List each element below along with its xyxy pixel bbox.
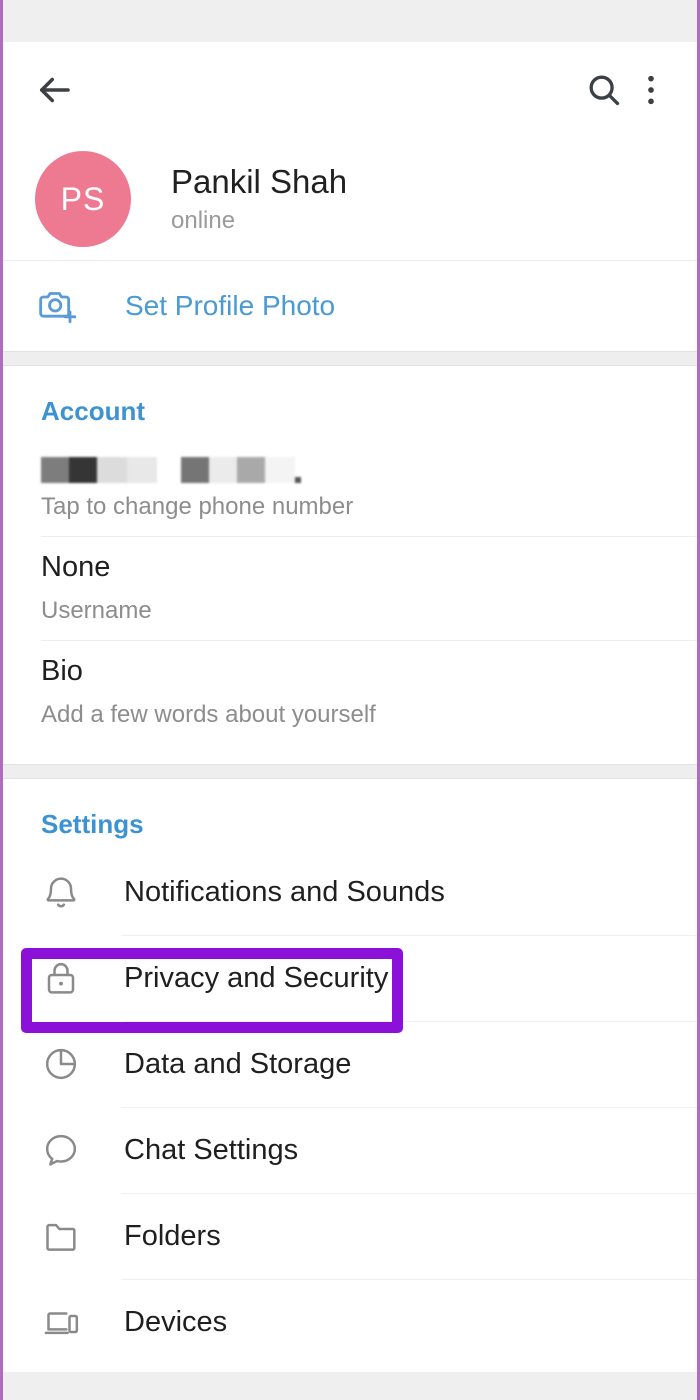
pie-chart-icon — [41, 1044, 81, 1084]
lock-icon — [41, 958, 81, 998]
bell-icon — [41, 872, 81, 912]
speech-bubble-icon — [41, 1130, 81, 1170]
app-bar — [3, 42, 697, 138]
sidebar-item-label: Folders — [124, 1219, 221, 1252]
username-label: Username — [41, 596, 152, 624]
bio-row[interactable]: Bio Add a few words about yourself — [3, 641, 697, 744]
sidebar-item-label: Data and Storage — [124, 1047, 352, 1080]
set-profile-photo-button[interactable]: Set Profile Photo — [3, 261, 697, 351]
sidebar-item-devices[interactable]: Devices — [3, 1279, 697, 1365]
sidebar-item-label: Chat Settings — [124, 1133, 299, 1166]
profile-name: Pankil Shah — [171, 162, 348, 200]
settings-section: Settings Notifications and Sounds Privac… — [3, 778, 697, 1365]
username-value: None — [41, 551, 111, 584]
set-profile-photo-label: Set Profile Photo — [125, 290, 336, 321]
phone-number-hint: Tap to change phone number — [41, 493, 354, 520]
sidebar-item-label: Notifications and Sounds — [124, 875, 445, 908]
profile-status: online — [171, 207, 236, 235]
sidebar-item-privacy-and-security[interactable]: Privacy and Security — [3, 935, 697, 1021]
sidebar-item-data-and-storage[interactable]: Data and Storage — [3, 1021, 697, 1107]
bio-value: Bio — [41, 655, 83, 688]
overflow-menu-icon[interactable] — [631, 63, 671, 117]
sidebar-item-label: Devices — [124, 1305, 228, 1338]
section-separator — [3, 351, 697, 366]
status-bar — [3, 0, 697, 42]
bio-label: Add a few words about yourself — [41, 700, 376, 728]
folder-icon — [41, 1216, 81, 1256]
avatar-initials: PS — [60, 180, 106, 217]
phone-screen: PS Pankil Shah online Set Profile Photo … — [0, 0, 700, 1400]
avatar[interactable]: PS — [35, 151, 131, 247]
camera-add-icon — [37, 286, 81, 326]
settings-section-title: Settings — [41, 808, 144, 839]
account-section-title: Account — [41, 396, 145, 426]
back-arrow-icon[interactable] — [33, 63, 79, 117]
phone-number-row[interactable]: Tap to change phone number — [3, 437, 697, 536]
profile-header[interactable]: PS Pankil Shah online — [3, 138, 697, 260]
sidebar-item-label: Privacy and Security — [124, 961, 389, 994]
section-separator — [3, 763, 697, 779]
devices-icon — [41, 1302, 81, 1342]
sidebar-item-notifications[interactable]: Notifications and Sounds — [3, 849, 697, 935]
username-row[interactable]: None Username — [3, 537, 697, 640]
phone-number-redacted — [41, 449, 697, 483]
profile-text-group: Pankil Shah online — [171, 163, 347, 236]
bottom-bar — [3, 1372, 697, 1400]
account-section: Account Tap to change phone number None … — [3, 366, 697, 764]
sidebar-item-chat-settings[interactable]: Chat Settings — [3, 1107, 697, 1193]
search-icon[interactable] — [577, 63, 631, 117]
sidebar-item-folders[interactable]: Folders — [3, 1193, 697, 1279]
